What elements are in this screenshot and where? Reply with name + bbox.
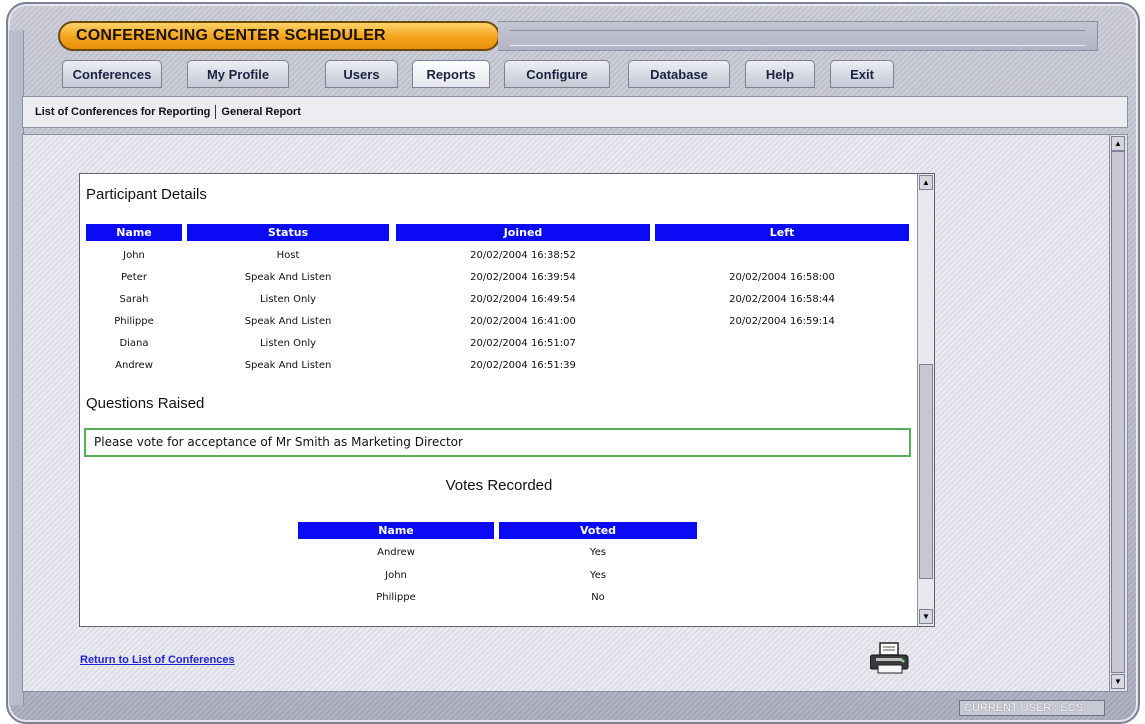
app-title: CONFERENCING CENTER SCHEDULER: [58, 21, 500, 51]
votes-recorded-heading: Votes Recorded: [445, 477, 553, 494]
tab-database[interactable]: Database: [628, 60, 730, 88]
vote-value: Yes: [589, 547, 607, 558]
participant-name: Andrew: [115, 360, 153, 371]
report-scroll-thumb[interactable]: [919, 364, 933, 579]
participant-joined: 20/02/2004 16:39:54: [470, 272, 576, 283]
participant-left: 20/02/2004 16:59:14: [729, 316, 835, 327]
participant-status: Speak And Listen: [244, 272, 332, 283]
questions-raised-heading: Questions Raised: [86, 395, 205, 412]
tab-help[interactable]: Help: [745, 60, 815, 88]
arrow-down-icon[interactable]: ▼: [919, 609, 933, 624]
arrow-up-icon[interactable]: ▲: [1111, 136, 1125, 151]
subnav-separator: [215, 105, 217, 120]
participant-status: Speak And Listen: [244, 316, 332, 327]
vote-value: Yes: [589, 570, 607, 581]
participant-details-heading: Participant Details: [86, 186, 207, 203]
participant-joined: 20/02/2004 16:38:52: [470, 250, 576, 261]
participant-joined: 20/02/2004 16:49:54: [470, 294, 576, 305]
participant-joined: 20/02/2004 16:51:39: [470, 360, 576, 371]
title-bar: [498, 21, 1098, 51]
printer-icon[interactable]: [870, 641, 910, 675]
subnav-list-of-conferences[interactable]: List of Conferences for Reporting: [35, 106, 210, 118]
vote-column-header-name: Name: [298, 522, 494, 539]
subnav-general-report[interactable]: General Report: [221, 106, 300, 118]
tab-conferences[interactable]: Conferences: [62, 60, 162, 88]
current-user-status: CURRENT USER : ECS: [959, 700, 1105, 716]
arrow-down-icon[interactable]: ▼: [1111, 674, 1125, 689]
column-header-joined: Joined: [396, 224, 650, 241]
column-header-left: Left: [655, 224, 909, 241]
participant-name: Sarah: [119, 294, 149, 305]
question-item: Please vote for acceptance of Mr Smith a…: [84, 428, 911, 457]
participant-name: John: [123, 250, 145, 261]
participant-status: Listen Only: [259, 338, 317, 349]
tab-exit[interactable]: Exit: [830, 60, 894, 88]
participant-name: Diana: [119, 338, 149, 349]
sub-navigation: List of Conferences for Reporting General…: [22, 96, 1128, 128]
participant-left: 20/02/2004 16:58:44: [729, 294, 835, 305]
page-scroll-thumb[interactable]: [1111, 151, 1125, 673]
participant-status: Listen Only: [259, 294, 317, 305]
vote-name: Philippe: [376, 592, 416, 603]
column-header-name: Name: [86, 224, 182, 241]
tab-users[interactable]: Users: [325, 60, 398, 88]
participant-left: 20/02/2004 16:58:00: [729, 272, 835, 283]
tab-reports[interactable]: Reports: [412, 60, 490, 88]
tab-configure[interactable]: Configure: [504, 60, 610, 88]
participant-status: Host: [276, 250, 300, 261]
participant-name: Peter: [120, 272, 147, 283]
report-panel: Participant Details Name Status Joined L…: [79, 173, 935, 627]
vote-name: Andrew: [377, 547, 415, 558]
vote-name: John: [385, 570, 407, 581]
participant-name: Philippe: [114, 316, 154, 327]
participant-joined: 20/02/2004 16:51:07: [470, 338, 576, 349]
vote-column-header-voted: Voted: [499, 522, 697, 539]
arrow-up-icon[interactable]: ▲: [919, 175, 933, 190]
return-to-list-link[interactable]: Return to List of Conferences: [80, 654, 235, 666]
participant-joined: 20/02/2004 16:41:00: [470, 316, 576, 327]
participant-status: Speak And Listen: [244, 360, 332, 371]
tab-my-profile[interactable]: My Profile: [187, 60, 289, 88]
column-header-status: Status: [187, 224, 389, 241]
report-scrollbar[interactable]: ▲ ▼: [917, 174, 934, 626]
page-scrollbar[interactable]: ▲ ▼: [1109, 135, 1126, 691]
vote-value: No: [591, 592, 605, 603]
